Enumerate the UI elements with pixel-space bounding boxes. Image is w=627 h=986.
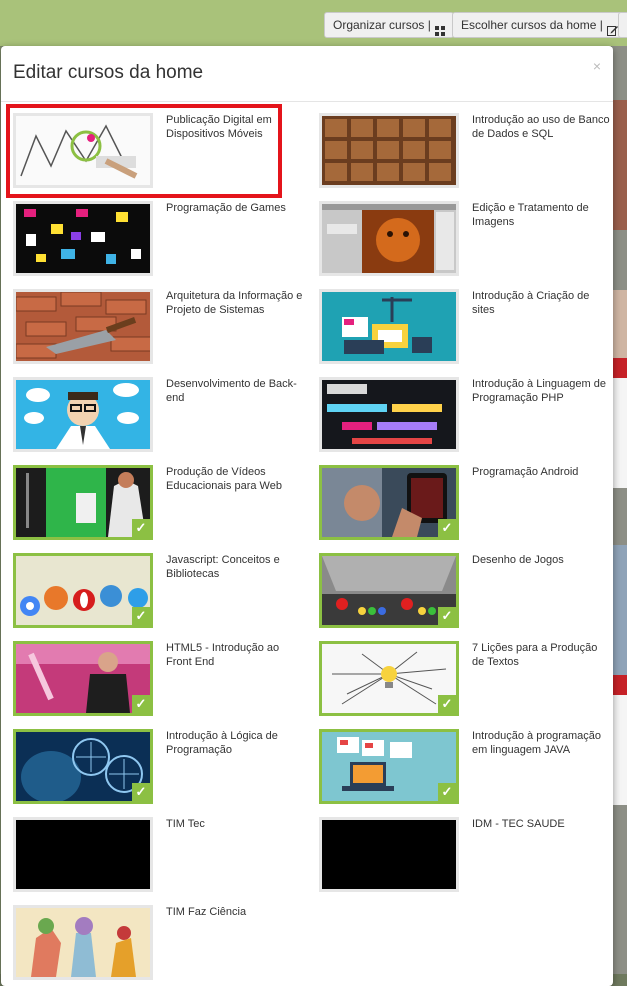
- course-thumbnail[interactable]: [319, 201, 459, 276]
- course-thumbnail[interactable]: ✓: [319, 641, 459, 716]
- check-icon: ✓: [438, 695, 456, 713]
- course-item[interactable]: ✓ Introdução à Lógica de Programação: [13, 729, 313, 809]
- grid-icon: [434, 20, 445, 36]
- course-thumbnail[interactable]: ✓: [13, 729, 153, 804]
- course-item[interactable]: Introdução à Criação de sites: [319, 289, 613, 369]
- course-title: TIM Faz Ciência: [166, 906, 247, 918]
- course-thumbnail[interactable]: ✓: [319, 553, 459, 628]
- course-title: Programação de Games: [166, 202, 286, 214]
- course-item[interactable]: ✓ 7 Lições para a Produção de Textos: [319, 641, 613, 721]
- course-thumbnail[interactable]: ✓: [13, 641, 153, 716]
- course-item[interactable]: ✓ Produção de Vídeos Educacionais para W…: [13, 465, 313, 545]
- course-thumbnail[interactable]: ✓: [319, 729, 459, 804]
- bg-image-strip: [612, 100, 627, 230]
- course-thumbnail[interactable]: [13, 289, 153, 364]
- modal-header: Editar cursos da home ×: [1, 46, 613, 102]
- course-title: Publicação Digital em Dispositivos Móvei…: [166, 114, 272, 140]
- course-thumbnail[interactable]: [13, 113, 153, 188]
- course-title: Introdução à Linguagem de Programação PH…: [472, 378, 606, 404]
- course-item[interactable]: TIM Faz Ciência: [13, 905, 313, 985]
- course-item[interactable]: Introdução ao uso de Banco de Dados e SQ…: [319, 113, 613, 193]
- course-item[interactable]: TIM Tec: [13, 817, 313, 897]
- extra-button[interactable]: [618, 12, 627, 38]
- course-title: Produção de Vídeos Educacionais para Web: [166, 466, 282, 492]
- course-title: Desenho de Jogos: [472, 554, 564, 566]
- bg-red-band: [612, 675, 627, 695]
- course-title: Javascript: Conceitos e Bibliotecas: [166, 554, 280, 580]
- course-thumbnail[interactable]: [13, 817, 153, 892]
- check-icon: ✓: [132, 695, 150, 713]
- course-item[interactable]: Programação de Games: [13, 201, 313, 281]
- organize-courses-button[interactable]: Organizar cursos |: [324, 12, 454, 38]
- check-icon: ✓: [132, 519, 150, 537]
- check-icon: ✓: [438, 607, 456, 625]
- course-thumbnail[interactable]: ✓: [13, 553, 153, 628]
- bg-image-strip: [612, 290, 627, 360]
- course-thumbnail[interactable]: ✓: [319, 465, 459, 540]
- course-item[interactable]: Publicação Digital em Dispositivos Móvei…: [13, 113, 313, 193]
- course-item[interactable]: IDM - TEC SAUDE: [319, 817, 613, 897]
- course-title: 7 Lições para a Produção de Textos: [472, 642, 598, 668]
- edit-icon: [606, 20, 618, 36]
- course-title: TIM Tec: [166, 818, 205, 830]
- check-icon: ✓: [132, 607, 150, 625]
- course-item[interactable]: Desenvolvimento de Back-end: [13, 377, 313, 457]
- course-thumbnail[interactable]: [319, 113, 459, 188]
- course-title: Desenvolvimento de Back-end: [166, 378, 297, 404]
- course-title: Arquitetura da Informação e Projeto de S…: [166, 290, 303, 316]
- course-title: Introdução à programação em linguagem JA…: [472, 730, 602, 756]
- course-title: Edição e Tratamento de Imagens: [472, 202, 589, 228]
- course-item[interactable]: ✓ Programação Android: [319, 465, 613, 545]
- course-item[interactable]: Introdução à Linguagem de Programação PH…: [319, 377, 613, 457]
- close-icon[interactable]: ×: [593, 58, 601, 74]
- check-icon: ✓: [438, 783, 456, 801]
- bg-text-area: [612, 378, 627, 488]
- bg-red-band: [612, 358, 627, 378]
- edit-home-courses-modal: Editar cursos da home × Publicação Digit…: [1, 46, 613, 986]
- course-thumbnail[interactable]: [319, 377, 459, 452]
- check-icon: ✓: [438, 519, 456, 537]
- course-item[interactable]: Arquitetura da Informação e Projeto de S…: [13, 289, 313, 369]
- course-title: Introdução à Lógica de Programação: [166, 730, 278, 756]
- choose-home-courses-button[interactable]: Escolher cursos da home |: [452, 12, 627, 38]
- course-thumbnail[interactable]: [13, 377, 153, 452]
- course-item[interactable]: ✓ Desenho de Jogos: [319, 553, 613, 633]
- check-icon: ✓: [132, 783, 150, 801]
- course-thumbnail[interactable]: ✓: [13, 465, 153, 540]
- choose-home-courses-label: Escolher cursos da home |: [461, 18, 603, 32]
- course-item[interactable]: ✓ Introdução à programação em linguagem …: [319, 729, 613, 809]
- bg-image-strip: [612, 545, 627, 675]
- modal-title: Editar cursos da home: [13, 62, 204, 83]
- course-thumbnail[interactable]: [13, 905, 153, 980]
- course-item[interactable]: ✓ HTML5 - Introdução ao Front End: [13, 641, 313, 721]
- bg-text-area: [612, 695, 627, 805]
- course-title: Introdução ao uso de Banco de Dados e SQ…: [472, 114, 610, 140]
- course-title: Introdução à Criação de sites: [472, 290, 590, 316]
- course-item[interactable]: ✓ Javascript: Conceitos e Bibliotecas: [13, 553, 313, 633]
- course-thumbnail[interactable]: [13, 201, 153, 276]
- course-title: HTML5 - Introdução ao Front End: [166, 642, 280, 668]
- course-item[interactable]: Edição e Tratamento de Imagens: [319, 201, 613, 281]
- course-thumbnail[interactable]: [319, 289, 459, 364]
- course-thumbnail[interactable]: [319, 817, 459, 892]
- course-title: Programação Android: [472, 466, 579, 478]
- organize-courses-label: Organizar cursos |: [333, 18, 431, 32]
- course-title: IDM - TEC SAUDE: [472, 818, 565, 830]
